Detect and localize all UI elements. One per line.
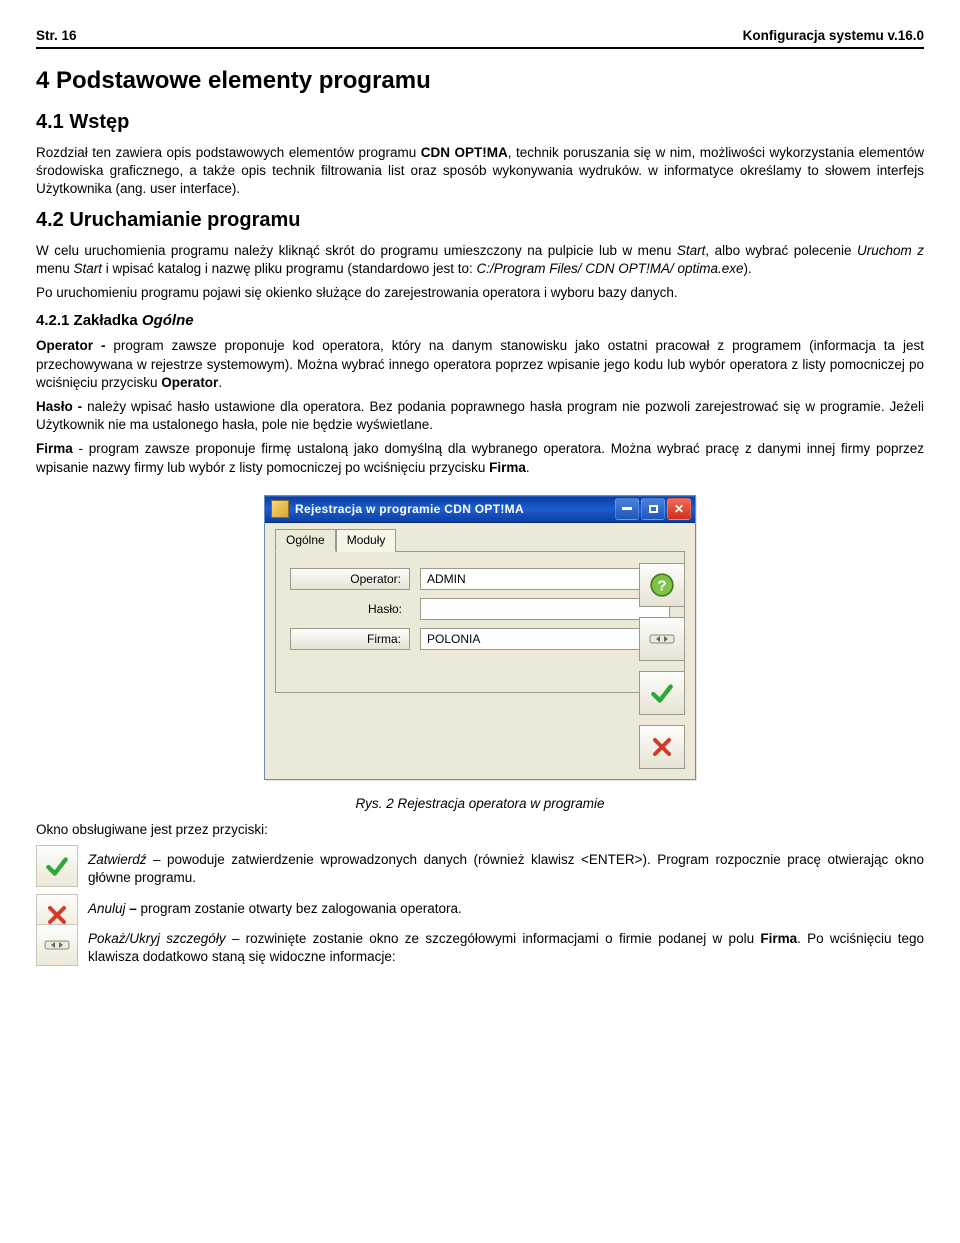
company-picker-btn[interactable]: Firma: — [290, 628, 410, 650]
svg-text:?: ? — [657, 577, 666, 594]
app-icon — [271, 500, 289, 518]
operator-picker-btn[interactable]: Operator: — [290, 568, 410, 590]
toggle-desc: Pokaż/Ukryj szczegóły – rozwinięte zosta… — [88, 930, 924, 966]
toggle-details-icon — [44, 937, 70, 953]
tab-panel: Operator: Hasło: Firma: — [275, 551, 685, 693]
check-icon — [649, 680, 675, 706]
dialog-title: Rejestracja w programie CDN OPT!MA — [295, 502, 524, 516]
cancel-side-button[interactable] — [639, 725, 685, 769]
toggle-icon-box[interactable] — [36, 924, 78, 966]
launch-para2: Po uruchomieniu programu pojawi się okie… — [36, 284, 924, 302]
doc-title: Konfiguracja systemu v.16.0 — [743, 28, 924, 43]
tab-general[interactable]: Ogólne — [275, 529, 336, 552]
intro-para: Rozdział ten zawiera opis podstawowych e… — [36, 144, 924, 199]
h2-intro: 4.1 Wstęp — [36, 111, 924, 134]
dialog-titlebar[interactable]: Rejestracja w programie CDN OPT!MA ✕ — [265, 496, 695, 523]
firma-para: Firma - program zawsze proponuje firmę u… — [36, 440, 924, 476]
x-icon — [45, 903, 69, 927]
password-field[interactable] — [420, 598, 670, 620]
close-button[interactable]: ✕ — [667, 498, 691, 520]
h3-tab: 4.2.1 Zakładka Ogólne — [36, 312, 924, 329]
cancel-desc: Anuluj – program zostanie otwarty bez za… — [88, 900, 924, 918]
operator-field[interactable] — [420, 568, 670, 590]
page-number: Str. 16 — [36, 28, 77, 43]
launch-para1: W celu uruchomienia programu należy klik… — [36, 242, 924, 278]
toggle-side-button[interactable] — [639, 617, 685, 661]
company-field[interactable] — [420, 628, 670, 650]
confirm-side-button[interactable] — [639, 671, 685, 715]
minimize-button[interactable] — [615, 498, 639, 520]
question-icon: ? — [649, 572, 675, 598]
confirm-icon-box[interactable] — [36, 845, 78, 887]
h1-chapter: 4 Podstawowe elementy programu — [36, 67, 924, 95]
header-rule — [36, 47, 924, 49]
operator-para: Operator - program zawsze proponuje kod … — [36, 337, 924, 392]
help-side-button[interactable]: ? — [639, 563, 685, 607]
buttons-intro: Okno obsługiwane jest przez przyciski: — [36, 821, 924, 839]
check-icon — [44, 853, 70, 879]
password-para: Hasło - należy wpisać hasło ustawione dl… — [36, 398, 924, 434]
confirm-desc: Zatwierdź – powoduje zatwierdzenie wprow… — [88, 851, 924, 887]
password-label: Hasło: — [290, 598, 410, 620]
tab-modules[interactable]: Moduły — [336, 529, 397, 552]
toggle-details-icon — [649, 631, 675, 647]
maximize-button[interactable] — [641, 498, 665, 520]
x-icon — [650, 735, 674, 759]
figure-caption: Rys. 2 Rejestracja operatora w programie — [36, 796, 924, 811]
registration-dialog: Rejestracja w programie CDN OPT!MA ✕ Ogó… — [264, 495, 696, 780]
h2-launch: 4.2 Uruchamianie programu — [36, 209, 924, 232]
